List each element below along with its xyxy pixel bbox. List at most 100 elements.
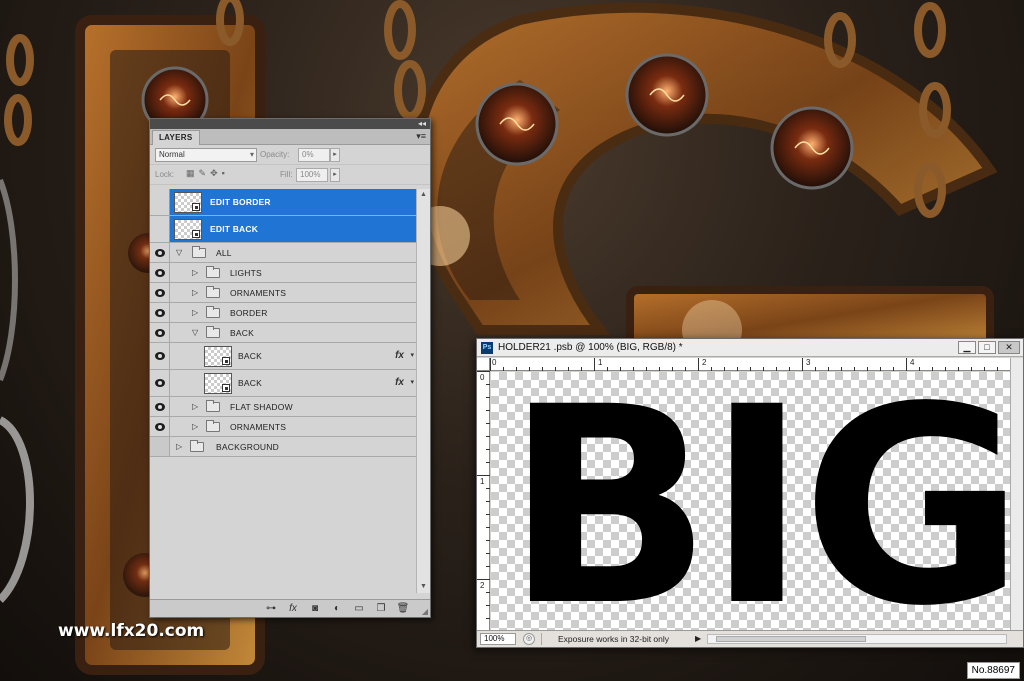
panel-menu-icon[interactable]: ▾≡ bbox=[416, 131, 426, 142]
layer-name: BACK bbox=[238, 378, 262, 388]
resize-grip-icon[interactable]: ◢ bbox=[422, 607, 428, 616]
smart-object-thumbnail bbox=[204, 346, 232, 367]
layer-row-back-group[interactable]: ▽ BACK bbox=[150, 323, 416, 343]
collapse-panel-button[interactable]: ◂◂ bbox=[418, 119, 426, 129]
collapse-triangle-icon[interactable]: ▷ bbox=[192, 308, 198, 317]
folder-icon bbox=[206, 399, 220, 412]
collapse-triangle-icon[interactable]: ▷ bbox=[192, 268, 198, 277]
document-canvas[interactable]: BIG bbox=[491, 372, 1011, 631]
new-layer-icon[interactable]: ❐ bbox=[374, 603, 388, 614]
blend-mode-value: Normal bbox=[159, 150, 185, 159]
layers-panel: ◂◂ LAYERS ▾≡ Normal ▾ Opacity: 0% ▸ Lock… bbox=[149, 118, 431, 618]
visibility-toggle[interactable] bbox=[150, 189, 170, 215]
fx-icon[interactable]: fx bbox=[395, 377, 404, 388]
visibility-toggle[interactable] bbox=[150, 437, 170, 456]
opacity-label: Opacity: bbox=[260, 150, 290, 159]
eye-icon[interactable] bbox=[150, 323, 170, 342]
folder-icon bbox=[192, 245, 206, 258]
layer-row-all[interactable]: ▽ ALL bbox=[150, 243, 416, 263]
document-title: HOLDER21 .psb @ 100% (BIG, RGB/8) * bbox=[498, 342, 683, 353]
layer-row-edit-border[interactable]: EDIT BORDER bbox=[150, 189, 416, 216]
fill-slider-button[interactable]: ▸ bbox=[330, 168, 340, 182]
ruler-label: 1 bbox=[598, 358, 603, 367]
window-controls: ▁ □ ✕ bbox=[958, 341, 1020, 354]
zoom-input[interactable]: 100% bbox=[480, 633, 516, 645]
document-titlebar[interactable]: Ps HOLDER21 .psb @ 100% (BIG, RGB/8) * ▁… bbox=[477, 339, 1023, 357]
eye-icon[interactable] bbox=[150, 343, 170, 369]
layer-row-border[interactable]: ▷ BORDER bbox=[150, 303, 416, 323]
eye-icon[interactable] bbox=[150, 303, 170, 322]
collapse-triangle-icon[interactable]: ▷ bbox=[192, 402, 198, 411]
layer-name: EDIT BORDER bbox=[210, 197, 271, 207]
canvas-text-big: BIG bbox=[505, 372, 1011, 631]
layer-name: FLAT SHADOW bbox=[230, 401, 293, 412]
panel-tab-bar: LAYERS ▾≡ bbox=[150, 129, 430, 145]
status-info-icon[interactable]: ◎ bbox=[523, 633, 535, 645]
folder-icon bbox=[206, 305, 220, 318]
layers-scrollbar[interactable]: ▲ ▼ bbox=[416, 189, 430, 593]
scroll-thumb[interactable] bbox=[716, 636, 866, 642]
layer-row-flat-shadow[interactable]: ▷ FLAT SHADOW bbox=[150, 397, 416, 417]
eye-icon[interactable] bbox=[150, 397, 170, 416]
mask-icon[interactable]: ◙ bbox=[308, 603, 322, 614]
layer-row-ornaments-2[interactable]: ▷ ORNAMENTS bbox=[150, 417, 416, 437]
layer-row-back[interactable]: BACK fx ▾ bbox=[150, 370, 416, 397]
layer-row-ornaments[interactable]: ▷ ORNAMENTS bbox=[150, 283, 416, 303]
chevron-down-icon[interactable]: ▾ bbox=[410, 351, 414, 359]
layer-row-back[interactable]: BACK fx ▾ bbox=[150, 343, 416, 370]
vertical-ruler[interactable]: 0 1 2 bbox=[477, 371, 490, 631]
blend-mode-select[interactable]: Normal ▾ bbox=[155, 148, 257, 162]
smart-object-icon bbox=[222, 384, 230, 392]
eye-icon[interactable] bbox=[150, 243, 170, 262]
lock-transparent-icon[interactable]: ▦ bbox=[186, 168, 195, 179]
lock-all-icon[interactable]: ▪ bbox=[222, 168, 225, 179]
collapse-triangle-icon[interactable]: ▷ bbox=[176, 442, 182, 451]
minimize-button[interactable]: ▁ bbox=[958, 341, 976, 354]
panel-footer: ⊶ fx ◙ ◐ ▭ ❐ 🗑 ◢ bbox=[150, 599, 430, 617]
folder-icon[interactable]: ▭ bbox=[352, 603, 366, 614]
expand-triangle-icon[interactable]: ▽ bbox=[176, 248, 182, 257]
adjustment-icon[interactable]: ◐ bbox=[330, 603, 344, 614]
lock-pixels-icon[interactable]: ✎ bbox=[199, 168, 207, 179]
status-menu-arrow-icon[interactable]: ▶ bbox=[695, 634, 701, 643]
layer-row-edit-back[interactable]: EDIT BACK bbox=[150, 216, 416, 243]
ruler-label: 2 bbox=[480, 581, 485, 590]
lock-position-icon[interactable]: ✥ bbox=[210, 168, 218, 179]
layer-row-background[interactable]: ▷ BACKGROUND bbox=[150, 437, 416, 457]
eye-icon[interactable] bbox=[150, 283, 170, 302]
trash-icon[interactable]: 🗑 bbox=[396, 603, 410, 614]
smart-object-thumbnail bbox=[174, 192, 202, 213]
eye-icon[interactable] bbox=[150, 417, 170, 436]
ruler-label: 3 bbox=[806, 358, 811, 367]
ruler-label: 1 bbox=[480, 477, 485, 486]
chevron-down-icon[interactable]: ▾ bbox=[410, 378, 414, 386]
ruler-origin[interactable] bbox=[477, 358, 490, 371]
collapse-triangle-icon[interactable]: ▷ bbox=[192, 422, 198, 431]
opacity-input[interactable]: 0% bbox=[298, 148, 330, 162]
tab-layers[interactable]: LAYERS bbox=[152, 130, 200, 145]
folder-icon bbox=[190, 439, 204, 452]
horizontal-ruler[interactable]: 0 1 2 3 4 bbox=[490, 358, 1011, 371]
eye-icon[interactable] bbox=[150, 263, 170, 282]
photoshop-icon: Ps bbox=[481, 342, 493, 354]
collapse-triangle-icon[interactable]: ▷ bbox=[192, 288, 198, 297]
visibility-toggle[interactable] bbox=[150, 216, 170, 242]
layer-name: ALL bbox=[216, 247, 232, 258]
layer-name: BACK bbox=[238, 351, 262, 361]
maximize-button[interactable]: □ bbox=[978, 341, 996, 354]
document-horizontal-scrollbar[interactable] bbox=[707, 634, 1007, 644]
smart-object-thumbnail bbox=[174, 219, 202, 240]
close-button[interactable]: ✕ bbox=[998, 341, 1020, 354]
fx-icon[interactable]: fx bbox=[286, 603, 300, 614]
scroll-down-icon[interactable]: ▼ bbox=[417, 581, 430, 593]
link-icon[interactable]: ⊶ bbox=[264, 603, 278, 614]
fill-input[interactable]: 100% bbox=[296, 168, 328, 182]
opacity-slider-button[interactable]: ▸ bbox=[330, 148, 340, 162]
scroll-up-icon[interactable]: ▲ bbox=[417, 189, 430, 201]
layer-row-lights[interactable]: ▷ LIGHTS bbox=[150, 263, 416, 283]
fx-icon[interactable]: fx bbox=[395, 350, 404, 361]
expand-triangle-icon[interactable]: ▽ bbox=[192, 328, 198, 337]
document-window: Ps HOLDER21 .psb @ 100% (BIG, RGB/8) * ▁… bbox=[476, 338, 1024, 648]
document-vertical-scrollbar[interactable] bbox=[1010, 358, 1023, 631]
eye-icon[interactable] bbox=[150, 370, 170, 396]
